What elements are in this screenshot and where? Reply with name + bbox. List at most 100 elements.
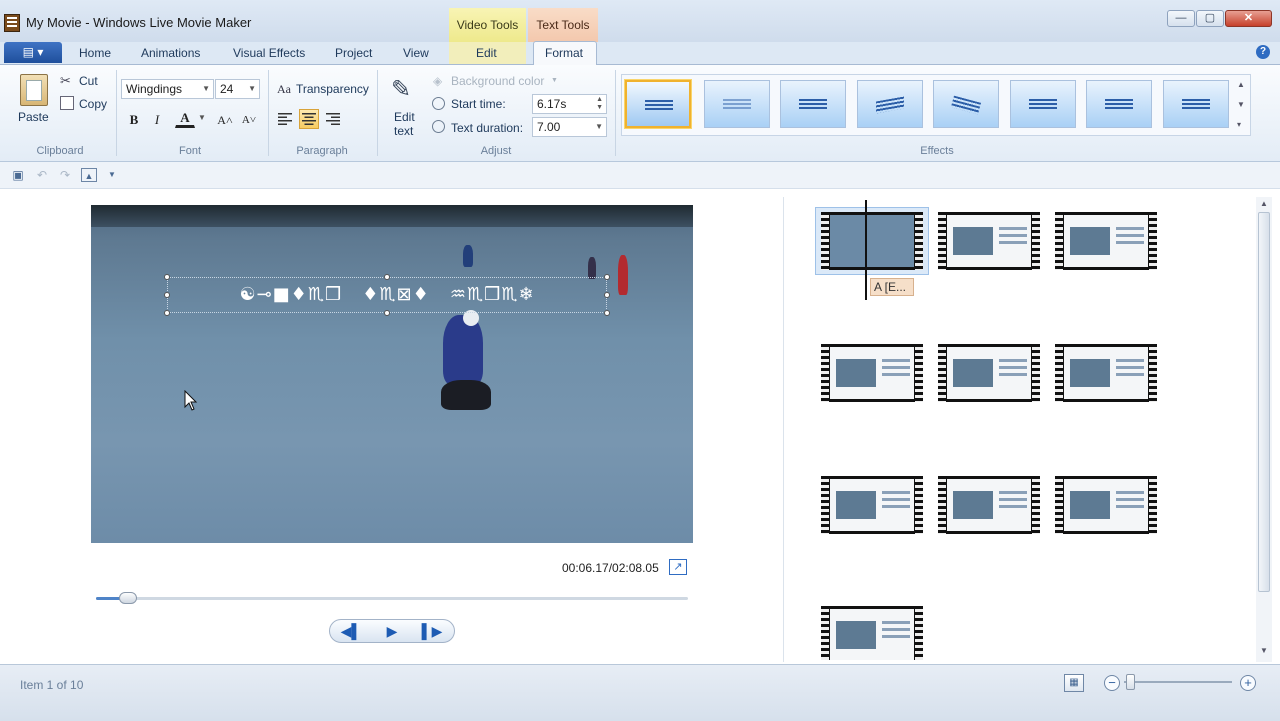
cut-button[interactable]: Cut xyxy=(79,74,98,88)
font-color-button[interactable]: A xyxy=(175,108,195,128)
resize-handle[interactable] xyxy=(604,310,610,316)
storyboard-playhead[interactable] xyxy=(865,200,867,300)
chevron-down-icon[interactable]: ▼ xyxy=(198,113,206,122)
play-button[interactable]: ▶ xyxy=(372,621,412,641)
start-time-input[interactable]: 6.17s ▲ ▼ xyxy=(532,94,607,114)
zoom-slider-track[interactable] xyxy=(1124,681,1232,683)
minimize-button[interactable]: — xyxy=(1167,10,1195,27)
tab-animations[interactable]: Animations xyxy=(141,46,200,60)
scroll-down-icon[interactable]: ▼ xyxy=(1260,646,1268,655)
storyboard-clip[interactable] xyxy=(1055,212,1157,270)
storyboard-clip[interactable] xyxy=(1055,476,1157,534)
fullscreen-icon[interactable]: ↗ xyxy=(669,559,687,575)
tab-project[interactable]: Project xyxy=(335,46,372,60)
storyboard-clip[interactable] xyxy=(1055,344,1157,402)
tab-view[interactable]: View xyxy=(403,46,429,60)
effect-none[interactable] xyxy=(625,80,691,128)
previous-frame-button[interactable]: ◀▌ xyxy=(331,621,371,641)
italic-button[interactable]: I xyxy=(147,110,167,130)
transparency-button[interactable]: Transparency xyxy=(296,82,369,96)
start-time-clock-icon xyxy=(432,97,445,110)
gallery-more-icon[interactable]: ▾ xyxy=(1237,120,1241,129)
chevron-down-icon: ▼ xyxy=(202,84,210,93)
effect-preview-icon xyxy=(645,100,673,112)
resize-handle[interactable] xyxy=(604,274,610,280)
chevron-down-icon: ▼ xyxy=(551,77,558,84)
spinner-icon[interactable]: ▲ ▼ xyxy=(596,96,603,112)
resize-handle[interactable] xyxy=(384,274,390,280)
text-duration-combo[interactable]: 7.00 ▼ xyxy=(532,117,607,137)
storyboard-clip[interactable] xyxy=(938,476,1040,534)
font-size-combo[interactable]: 24 ▼ xyxy=(215,79,260,99)
group-separator xyxy=(615,70,616,156)
storyboard-clip[interactable] xyxy=(938,212,1040,270)
effect-slide-left[interactable] xyxy=(1086,80,1152,128)
effect-fly-in-left[interactable] xyxy=(780,80,846,128)
pane-splitter[interactable] xyxy=(783,197,784,662)
align-right-icon[interactable] xyxy=(323,109,343,129)
effect-slide-up[interactable] xyxy=(1163,80,1229,128)
edit-text-button-line2[interactable]: text xyxy=(394,124,413,138)
snapshot-icon[interactable]: ▲ xyxy=(81,168,97,182)
paste-button[interactable]: Paste xyxy=(18,110,49,124)
application-menu-button[interactable]: ▤ ▾ xyxy=(4,42,62,63)
seek-bar[interactable] xyxy=(96,597,688,600)
font-family-value: Wingdings xyxy=(126,82,183,96)
tab-visual-effects[interactable]: Visual Effects xyxy=(233,46,305,60)
film-strip-border xyxy=(938,212,1040,270)
effect-preview-icon xyxy=(876,96,904,114)
gallery-scroll-down-icon[interactable]: ▼ xyxy=(1237,100,1245,109)
film-strip-border xyxy=(1055,476,1157,534)
align-center-icon[interactable] xyxy=(299,109,319,129)
redo-icon[interactable]: ↷ xyxy=(58,168,72,182)
tab-home[interactable]: Home xyxy=(79,46,111,60)
effect-slide-right[interactable] xyxy=(1010,80,1076,128)
undo-icon[interactable]: ↶ xyxy=(35,168,49,182)
save-icon[interactable]: ▣ xyxy=(11,168,25,182)
scroll-up-icon[interactable]: ▲ xyxy=(1260,199,1268,208)
scissors-icon[interactable]: ✂ xyxy=(60,73,71,89)
resize-handle[interactable] xyxy=(164,274,170,280)
film-app-icon[interactable] xyxy=(4,14,20,32)
zoom-in-button[interactable]: + xyxy=(1240,675,1256,691)
tab-format[interactable]: Format xyxy=(545,46,583,60)
video-preview[interactable] xyxy=(91,205,693,543)
effect-fade[interactable] xyxy=(704,80,770,128)
scrollbar-thumb[interactable] xyxy=(1258,212,1270,592)
resize-handle[interactable] xyxy=(164,310,170,316)
transparency-icon[interactable]: Aa xyxy=(277,82,291,97)
storyboard-clip[interactable] xyxy=(821,344,923,402)
resize-handle[interactable] xyxy=(384,310,390,316)
effect-fly-in-top-left[interactable] xyxy=(857,80,923,128)
copy-button[interactable]: Copy xyxy=(79,97,107,111)
effect-fly-in-diagonal[interactable] xyxy=(933,80,999,128)
effects-group-label: Effects xyxy=(920,145,954,157)
close-button[interactable]: ✕ xyxy=(1225,10,1272,27)
storyboard-clip[interactable] xyxy=(938,344,1040,402)
edit-text-pen-icon[interactable]: ✎ xyxy=(391,75,411,104)
tab-edit[interactable]: Edit xyxy=(476,46,497,60)
edit-text-button-line1[interactable]: Edit xyxy=(394,110,415,124)
paste-icon[interactable] xyxy=(20,74,48,106)
bold-button[interactable]: B xyxy=(124,110,144,130)
zoom-out-button[interactable]: − xyxy=(1104,675,1120,691)
font-family-combo[interactable]: Wingdings ▼ xyxy=(121,79,214,99)
zoom-slider-thumb[interactable] xyxy=(1126,674,1135,690)
storyboard-clip[interactable] xyxy=(821,476,923,534)
copy-icon[interactable] xyxy=(60,96,74,110)
next-frame-button[interactable]: ▌▶ xyxy=(412,621,452,641)
customize-toolbar-icon[interactable]: ▼ xyxy=(105,168,119,182)
storyboard-clip[interactable] xyxy=(821,606,923,660)
caption-clip-tag[interactable]: A [E... xyxy=(870,278,914,296)
caption-overlay-text[interactable]: ☯⊸■♦♏❒ ♦♏⊠♦ ♒♏❒♏❄ xyxy=(167,284,607,305)
align-left-icon[interactable] xyxy=(275,109,295,129)
help-icon[interactable]: ? xyxy=(1256,45,1270,59)
shrink-font-button[interactable]: A˅ xyxy=(239,110,259,130)
grow-font-button[interactable]: A˄ xyxy=(215,110,235,130)
seek-thumb[interactable] xyxy=(119,592,137,604)
storyboard-clip[interactable] xyxy=(821,212,923,270)
film-strip-border xyxy=(1055,344,1157,402)
thumbnail-size-icon[interactable]: ▦ xyxy=(1064,674,1084,692)
gallery-scroll-up-icon[interactable]: ▲ xyxy=(1237,80,1245,89)
maximize-button[interactable]: ▢ xyxy=(1196,10,1224,27)
